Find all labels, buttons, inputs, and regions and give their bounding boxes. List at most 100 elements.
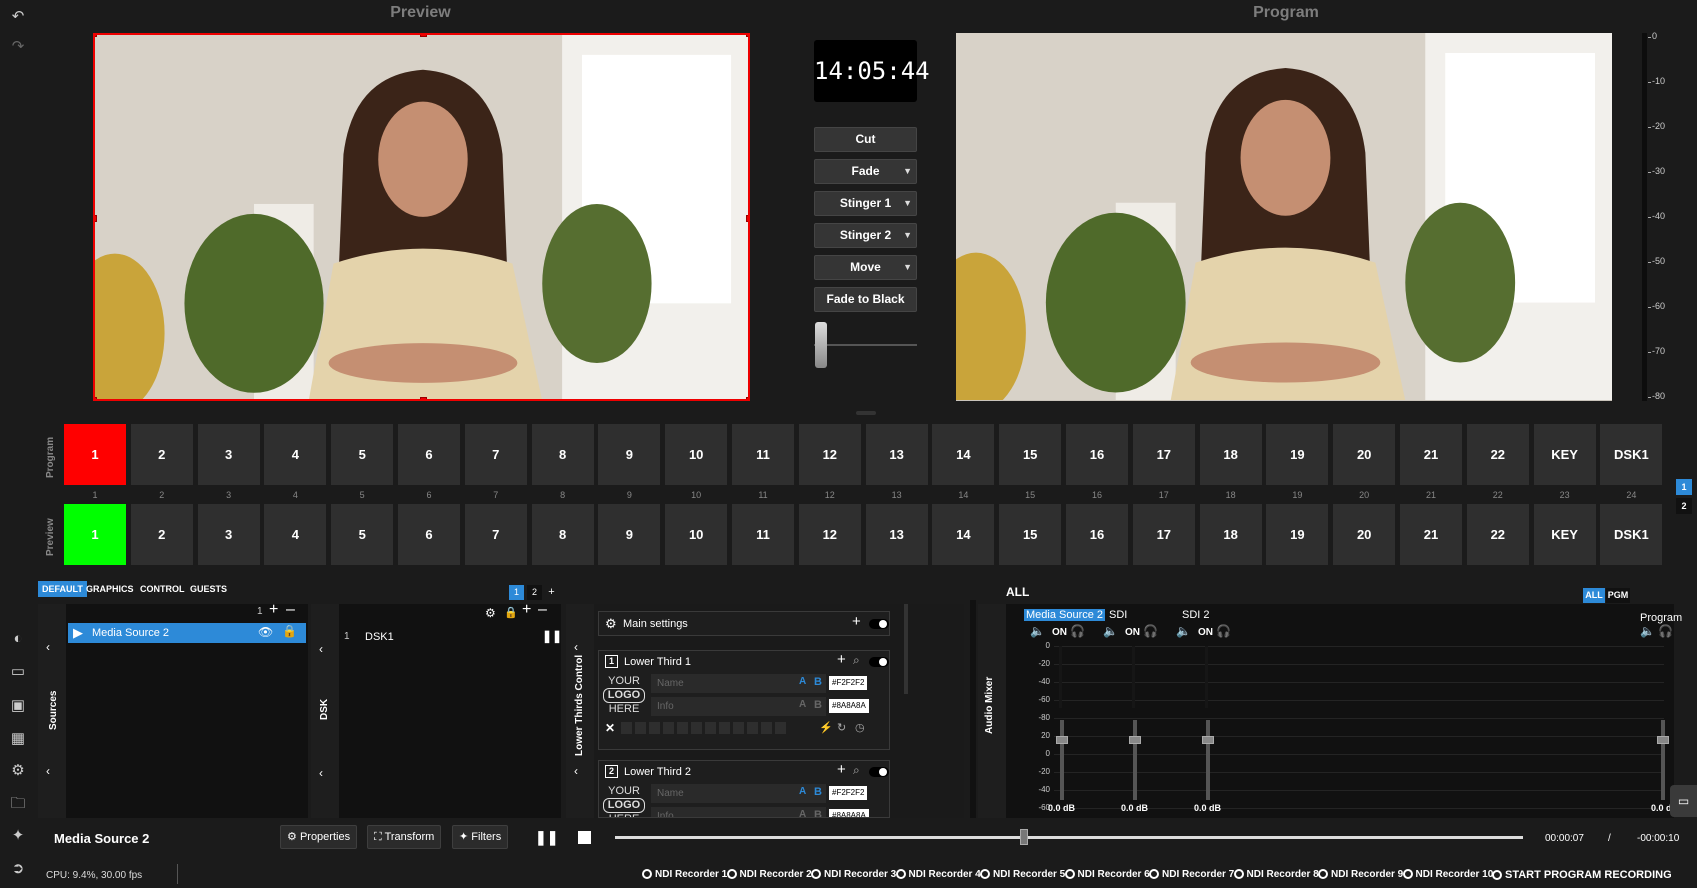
preview-input-19[interactable]: 19 [1266, 504, 1329, 565]
headphones-icon[interactable]: 🎧 [1658, 624, 1673, 638]
preset-slot[interactable] [677, 722, 688, 734]
preview-input-20[interactable]: 20 [1333, 504, 1396, 565]
gear-icon[interactable]: ⚙ [605, 616, 617, 632]
audio-on-toggle[interactable]: ON [1125, 627, 1140, 638]
program-input-8[interactable]: 8 [531, 424, 594, 485]
preview-input-7[interactable]: 7 [464, 504, 527, 565]
cut-button[interactable]: Cut [814, 127, 917, 152]
speaker-icon[interactable]: 🔈 [1640, 624, 1655, 638]
speaker-icon[interactable]: 🔈 [1176, 624, 1191, 638]
preset-slot[interactable] [705, 722, 716, 734]
lt-scrollbar[interactable] [904, 604, 908, 694]
program-input-7[interactable]: 7 [464, 424, 527, 485]
add-icon[interactable]: + [852, 613, 861, 630]
program-input-2[interactable]: 2 [130, 424, 193, 485]
monitor-icon[interactable]: ▭ [4, 659, 32, 685]
audio-toggle-all[interactable]: ALL [1583, 588, 1605, 603]
speaker-icon[interactable]: 🔈 [1103, 624, 1118, 638]
program-input-23[interactable]: KEY [1533, 424, 1596, 485]
chevron-down-icon[interactable]: ▼ [903, 256, 912, 279]
preview-input-14[interactable]: 14 [932, 504, 995, 565]
bold-icon[interactable]: B [814, 786, 822, 798]
chevron-down-icon[interactable]: ▼ [903, 160, 912, 183]
preset-slot[interactable] [775, 722, 786, 734]
play-icon[interactable]: ▶ [73, 625, 83, 641]
source-item[interactable]: ▶ Media Source 2 👁 🔒 [68, 623, 306, 643]
splitter-handle[interactable] [856, 411, 876, 415]
preview-input-1[interactable]: 1 [64, 504, 126, 565]
search-icon[interactable]: ⌕ [853, 763, 860, 778]
dsk-page-2[interactable]: 2 [527, 585, 542, 600]
lower-third-item[interactable]: 1 Lower Third 1 + ⌕ YOUR LOGO HERE Name A B #F2F2F… [598, 650, 890, 750]
fade-to-black-button[interactable]: Fade to Black [814, 287, 917, 312]
seek-bar[interactable] [615, 836, 1523, 839]
resize-handle[interactable] [420, 397, 427, 399]
layout-icon[interactable]: ▦ [4, 726, 32, 752]
preview-input-10[interactable]: 10 [665, 504, 728, 565]
bold-icon[interactable]: B [814, 809, 822, 817]
audio-toggle-pgm[interactable]: PGM [1606, 588, 1630, 603]
program-input-12[interactable]: 12 [798, 424, 861, 485]
preset-slot[interactable] [747, 722, 758, 734]
add-icon[interactable]: + [522, 601, 531, 619]
tab-graphics[interactable]: GRAPHICS [82, 581, 138, 597]
preview-input-22[interactable]: 22 [1466, 504, 1529, 565]
program-input-22[interactable]: 22 [1466, 424, 1529, 485]
preview-input-16[interactable]: 16 [1066, 504, 1128, 565]
program-fader-knob[interactable] [1657, 736, 1669, 744]
transform-button[interactable]: ⛶ Transform [367, 825, 442, 849]
preview-input-21[interactable]: 21 [1400, 504, 1462, 565]
preview-input-2[interactable]: 2 [130, 504, 193, 565]
preset-slot[interactable] [635, 722, 646, 734]
preview-input-4[interactable]: 4 [264, 504, 327, 565]
program-input-17[interactable]: 17 [1132, 424, 1195, 485]
close-icon[interactable]: ✕ [605, 721, 615, 735]
resize-handle[interactable] [95, 35, 97, 37]
resize-handle[interactable] [420, 35, 427, 37]
chevron-left-icon[interactable]: ‹ [574, 764, 578, 778]
move-button[interactable]: Move ▼ [814, 255, 917, 280]
preview-input-5[interactable]: 5 [331, 504, 394, 565]
preview-input-13[interactable]: 13 [865, 504, 928, 565]
tab-guests[interactable]: GUESTS [186, 581, 231, 597]
program-input-21[interactable]: 21 [1400, 424, 1462, 485]
program-input-11[interactable]: 11 [732, 424, 794, 485]
chevron-left-icon[interactable]: ‹ [46, 764, 50, 778]
ndi-recorder-4[interactable]: NDI Recorder 4 [895, 869, 981, 880]
start-recording-button[interactable]: START PROGRAM RECORDING [1492, 869, 1672, 881]
audio-on-toggle[interactable]: ON [1052, 627, 1067, 638]
preset-slot[interactable] [621, 722, 632, 734]
font-size-icon[interactable]: A [799, 676, 806, 687]
add-icon[interactable]: + [269, 601, 278, 619]
dsk-page-1[interactable]: 1 [509, 585, 524, 600]
lock-icon[interactable]: 🔒 [282, 624, 297, 638]
undo-icon[interactable]: ↶ [4, 4, 32, 30]
seek-handle[interactable] [1019, 829, 1028, 845]
chevron-left-icon[interactable]: ‹ [319, 766, 323, 780]
preset-slot[interactable] [719, 722, 730, 734]
resize-handle[interactable] [95, 215, 97, 222]
remove-icon[interactable]: – [538, 601, 547, 619]
dsk-row[interactable]: 1 DSK1 ❚❚ [341, 628, 562, 648]
preset-slot[interactable] [761, 722, 772, 734]
preview-input-6[interactable]: 6 [398, 504, 460, 565]
program-input-24[interactable]: DSK1 [1600, 424, 1663, 485]
exit-icon[interactable]: ➲ [4, 856, 32, 882]
remove-icon[interactable]: – [286, 601, 295, 619]
program-input-20[interactable]: 20 [1333, 424, 1396, 485]
program-input-13[interactable]: 13 [865, 424, 928, 485]
preset-slot[interactable] [649, 722, 660, 734]
settings-icon[interactable]: ⚙ [4, 758, 32, 784]
fader-knob[interactable] [1056, 736, 1068, 744]
preview-input-17[interactable]: 17 [1132, 504, 1195, 565]
gear-icon[interactable]: ⚙ [485, 606, 496, 620]
preset-slot[interactable] [733, 722, 744, 734]
pause-icon[interactable]: ❚❚ [542, 629, 562, 643]
properties-button[interactable]: ⚙ Properties [280, 825, 358, 849]
add-icon[interactable]: + [837, 761, 846, 778]
toggle-switch[interactable] [869, 657, 889, 667]
program-input-1[interactable]: 1 [64, 424, 126, 485]
ndi-recorder-5[interactable]: NDI Recorder 5 [980, 869, 1065, 880]
audio-on-toggle[interactable]: ON [1198, 627, 1213, 638]
program-input-14[interactable]: 14 [932, 424, 995, 485]
